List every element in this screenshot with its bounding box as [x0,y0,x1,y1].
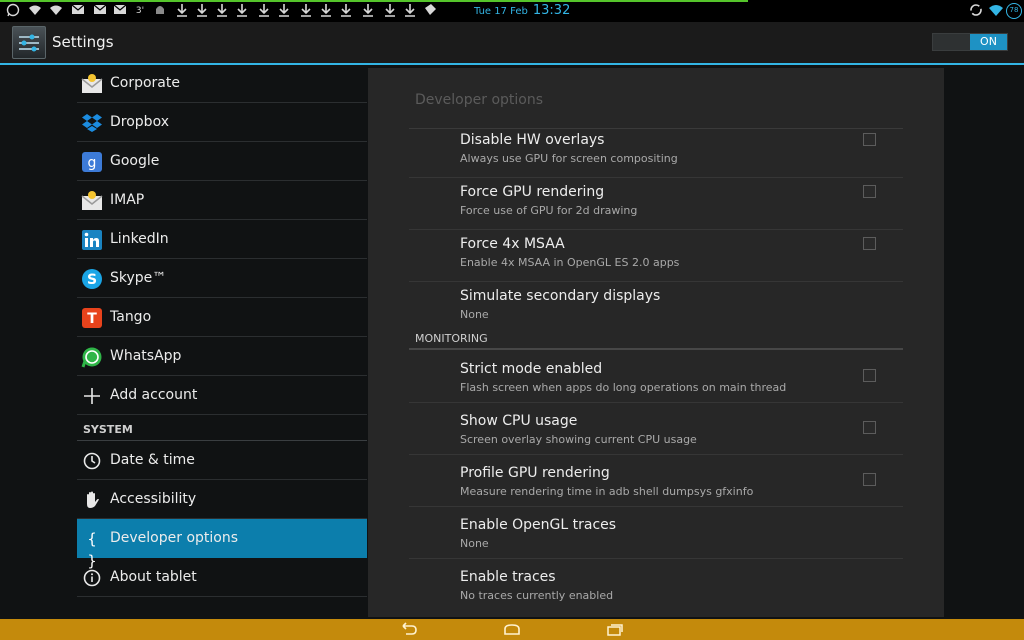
sidebar-item-about-tablet[interactable]: About tablet [77,558,367,597]
recent-apps-icon[interactable] [605,622,625,637]
developer-options-switch[interactable]: ON [932,33,1008,51]
android-icon[interactable] [152,3,168,19]
braces-icon: { } [87,530,97,570]
gmail-icon[interactable] [112,3,128,19]
sync-icon[interactable] [968,3,984,19]
download-progress-line [0,0,748,2]
sidebar-item-add-account[interactable]: Add account [77,376,367,415]
wifi-icon[interactable] [48,3,64,19]
status-bar: 3' Tue 17 Feb 13:32 78 [0,0,1024,22]
whatsapp-icon[interactable] [5,3,21,19]
developer-options-panel: Developer options Disable HW overlays Al… [368,68,944,617]
download-icon[interactable] [402,3,418,19]
switch-thumb: ON [970,34,1007,50]
gmail-icon[interactable] [70,3,86,19]
clock-icon [81,450,103,472]
sidebar-item-linkedin[interactable]: LinkedIn [77,220,367,259]
pref-show-cpu-usage[interactable]: Show CPU usage Screen overlay showing cu… [409,403,903,455]
email-icon [81,73,103,95]
sidebar-item-corporate[interactable]: Corporate [77,64,367,103]
pref-disable-hw-overlays[interactable]: Disable HW overlays Always use GPU for s… [409,126,903,178]
svg-text:S: S [87,272,97,288]
show-cpu-usage-checkbox[interactable] [863,421,876,434]
hand-icon [81,489,103,511]
download-icon[interactable] [360,3,376,19]
monitoring-section-header: MONITORING [409,330,903,350]
dropbox-icon [81,112,103,134]
google-icon: g [81,151,103,173]
settings-sidebar: Corporate Dropbox g Google IMAP LinkedIn… [77,64,367,597]
strict-mode-checkbox[interactable] [863,369,876,382]
tango-icon: T [81,307,103,329]
pref-force-gpu-rendering[interactable]: Force GPU rendering Force use of GPU for… [409,178,903,230]
download-icon[interactable] [318,3,334,19]
wifi-question-icon[interactable] [27,3,43,19]
battery-level: 78 [1009,6,1019,14]
linkedin-icon [81,229,103,251]
whatsapp-icon [81,346,103,368]
force-4x-msaa-checkbox[interactable] [863,237,876,250]
download-icon[interactable] [214,3,230,19]
sidebar-item-accessibility[interactable]: Accessibility [77,480,367,519]
download-icon[interactable] [174,3,190,19]
disable-hw-overlays-checkbox[interactable] [863,133,876,146]
download-icon[interactable] [234,3,250,19]
download-icon[interactable] [194,3,210,19]
skype-icon: S [81,268,103,290]
force-gpu-rendering-checkbox[interactable] [863,185,876,198]
email-icon [81,190,103,212]
pref-force-4x-msaa[interactable]: Force 4x MSAA Enable 4x MSAA in OpenGL E… [409,230,903,282]
pref-enable-traces[interactable]: Enable traces No traces currently enable… [409,559,903,611]
navigation-bar [0,619,1024,640]
sidebar-item-whatsapp[interactable]: WhatsApp [77,337,367,376]
sidebar-item-imap[interactable]: IMAP [77,181,367,220]
status-clock[interactable]: Tue 17 Feb 13:32 [474,3,570,19]
download-icon[interactable] [256,3,272,19]
download-icon[interactable] [382,3,398,19]
home-icon[interactable] [502,622,522,637]
battery-icon[interactable]: 78 [1006,3,1022,19]
download-icon[interactable] [298,3,314,19]
number-three-icon[interactable]: 3' [132,3,148,19]
pref-strict-mode-enabled[interactable]: Strict mode enabled Flash screen when ap… [409,351,903,403]
back-icon[interactable] [399,622,419,637]
system-section-header: SYSTEM [77,415,367,441]
info-icon [81,567,103,589]
sidebar-item-developer-options[interactable]: { } Developer options [77,519,367,570]
gmail-icon[interactable] [92,3,108,19]
sidebar-item-dropbox[interactable]: Dropbox [77,103,367,142]
profile-gpu-rendering-checkbox[interactable] [863,473,876,486]
sidebar-item-date-time[interactable]: Date & time [77,441,367,480]
sidebar-item-tango[interactable]: T Tango [77,298,367,337]
download-icon[interactable] [276,3,292,19]
svg-text:g: g [88,155,97,171]
settings-app-icon[interactable] [12,26,46,59]
store-bag-icon[interactable] [422,3,438,19]
action-bar [0,22,1024,63]
wifi-icon[interactable] [988,3,1004,19]
download-icon[interactable] [338,3,354,19]
pref-enable-opengl-traces[interactable]: Enable OpenGL traces None [409,507,903,559]
pref-profile-gpu-rendering[interactable]: Profile GPU rendering Measure rendering … [409,455,903,507]
svg-text:T: T [87,311,97,327]
sidebar-item-google[interactable]: g Google [77,142,367,181]
plus-icon [81,385,103,407]
page-title: Settings [52,33,114,51]
panel-title: Developer options [415,92,544,108]
pref-simulate-secondary-displays[interactable]: Simulate secondary displays None [409,282,903,334]
sidebar-item-skype[interactable]: S Skype™ [77,259,367,298]
